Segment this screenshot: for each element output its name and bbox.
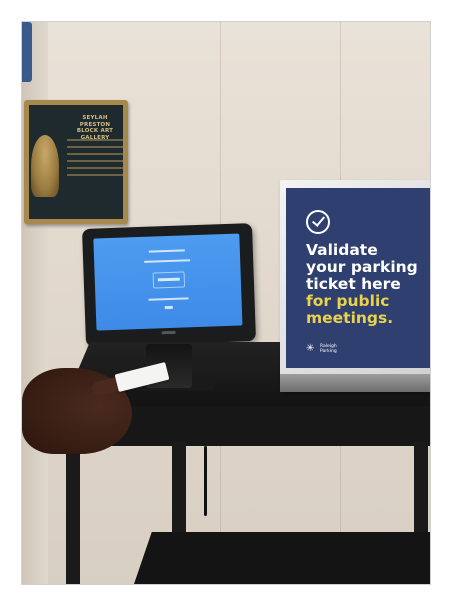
screen-subheading [144,259,191,263]
sign-stand-base [280,374,430,392]
brand-text: Raleigh Parking [320,344,337,354]
blue-wall-trim [22,22,32,82]
cart-shelf [134,532,430,584]
sign-line-highlight: for public [306,292,390,310]
sign-panel: Validate your parking ticket here for pu… [286,188,430,368]
chevron-down-icon [164,305,173,310]
sign-message: Validate your parking ticket here for pu… [306,242,430,327]
check-circle-icon [306,210,330,234]
gallery-plaque: SEYLAH PRESTON BLOCK ART GALLERY [24,100,128,224]
cart-leg [66,442,80,584]
plaque-panel: SEYLAH PRESTON BLOCK ART GALLERY [29,105,123,219]
check-mark-icon [311,213,326,227]
cable [204,446,207,516]
sign-line: ticket here [306,275,401,293]
plaque-text-lines [67,139,123,181]
kiosk-photo: SEYLAH PRESTON BLOCK ART GALLERY Validat… [22,22,430,584]
plaque-title-line: SEYLAH PRESTON [79,115,111,128]
sign-line-highlight: meetings. [306,309,394,327]
tablet-logo [161,330,176,335]
parking-validation-sign: Validate your parking ticket here for pu… [280,180,430,392]
screen-heading [148,249,185,253]
sign-line: your parking [306,258,418,276]
brand-logo-icon: ✳ [306,343,315,354]
plaque-title: SEYLAH PRESTON BLOCK ART GALLERY [69,115,121,141]
tablet-screen[interactable] [93,233,243,331]
screen-instruction [148,297,189,301]
sign-brand: ✳ Raleigh Parking [306,343,354,355]
screen-code-box [152,271,186,289]
validation-tablet[interactable] [81,223,257,347]
bust-relief-icon [31,135,59,197]
sign-line: Validate [306,241,378,259]
